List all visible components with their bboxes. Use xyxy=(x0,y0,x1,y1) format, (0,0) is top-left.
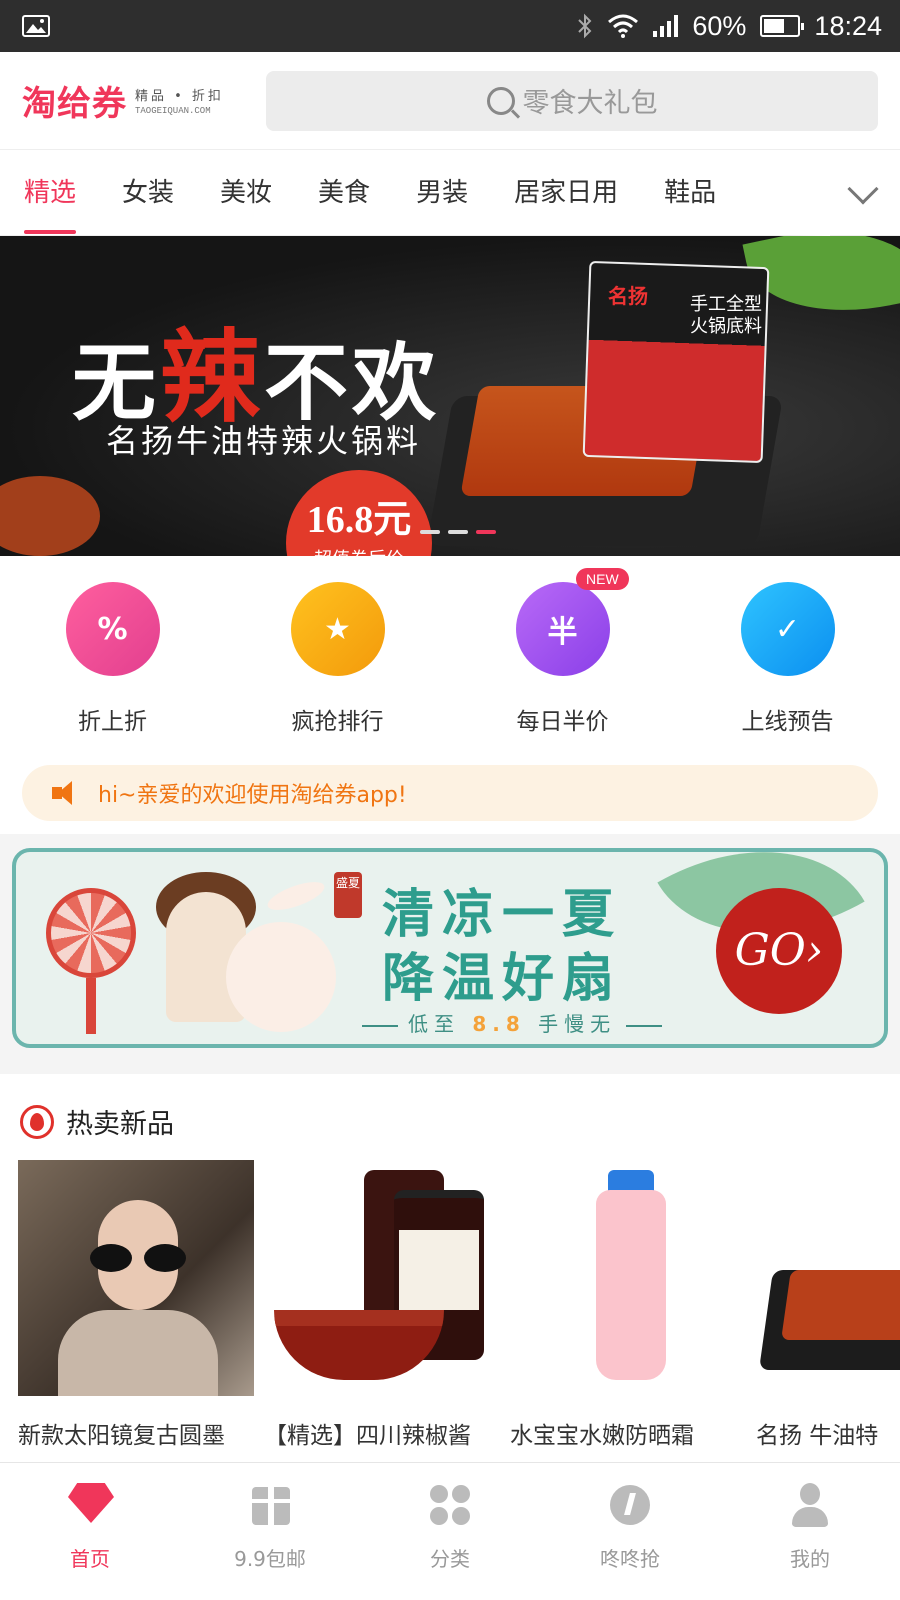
app-screen: 60% 18:24 淘给券 精品 • 折扣 TAOGEIQUAN.COM 零食大… xyxy=(0,0,900,1600)
nav-label: 咚咚抢 xyxy=(600,1547,660,1571)
tab-beauty[interactable]: 美妆 xyxy=(220,150,272,236)
new-badge: NEW xyxy=(576,568,629,590)
product-image xyxy=(510,1160,746,1396)
notice-bar[interactable]: hi~亲爱的欢迎使用淘给券app! xyxy=(22,765,878,821)
clock-time: 18:24 xyxy=(814,10,882,41)
product-image xyxy=(264,1160,500,1396)
logo-domain: TAOGEIQUAN.COM xyxy=(135,106,211,116)
tab-women[interactable]: 女装 xyxy=(122,150,174,236)
go-button[interactable]: GO› xyxy=(716,888,842,1014)
speaker-icon xyxy=(52,781,82,805)
trophy-icon: ★ xyxy=(290,582,385,676)
battery-percent: 60% xyxy=(692,10,747,41)
bluetooth-icon xyxy=(578,13,592,39)
product-card[interactable]: 【精选】四川辣椒酱 xyxy=(264,1160,500,1450)
app-logo[interactable]: 淘给券 精品 • 折扣 TAOGEIQUAN.COM xyxy=(22,76,262,125)
product-name: 【精选】四川辣椒酱 xyxy=(264,1423,471,1449)
fan-illustration xyxy=(46,888,136,978)
section-header: 热卖新品 xyxy=(20,1102,174,1141)
tab-featured[interactable]: 精选 xyxy=(24,150,77,236)
quick-link-label: 折上折 xyxy=(78,709,147,735)
quick-link-ranking[interactable]: ★ 疯抢排行 xyxy=(225,556,450,746)
quick-link-half-price[interactable]: 半 NEW 每日半价 xyxy=(450,556,675,746)
product-image xyxy=(756,1160,900,1396)
quick-link-label: 上线预告 xyxy=(741,709,834,735)
app-header: 淘给券 精品 • 折扣 TAOGEIQUAN.COM 零食大礼包 xyxy=(0,52,900,150)
wifi-icon xyxy=(608,14,639,38)
nav-label: 9.9包邮 xyxy=(234,1547,306,1571)
quick-links: % 折上折 ★ 疯抢排行 半 NEW 每日半价 ✓ 上线预告 xyxy=(0,556,900,746)
promo-banner[interactable]: 盛夏 清凉一夏 降温好扇 低至 8.8 手慢无 GO› xyxy=(12,848,888,1048)
spice-decoration xyxy=(0,476,100,556)
price-badge: 16.8元 超值券后价 xyxy=(286,470,432,556)
product-name: 名扬 牛油特 xyxy=(756,1423,879,1449)
product-name: 水宝宝水嫩防晒霜 xyxy=(510,1423,694,1449)
quick-link-preview[interactable]: ✓ 上线预告 xyxy=(675,556,900,746)
package-brand: 名扬 xyxy=(608,284,648,308)
chevron-down-icon[interactable] xyxy=(847,173,879,205)
bunny-illustration xyxy=(226,922,336,1032)
flash-sale-icon xyxy=(610,1485,650,1525)
nav-category[interactable]: 分类 xyxy=(360,1463,540,1600)
carousel-dot[interactable] xyxy=(420,530,440,534)
nav-free-shipping[interactable]: 9.9包邮 xyxy=(180,1463,360,1600)
tab-shoes[interactable]: 鞋品 xyxy=(664,150,716,236)
nav-home[interactable]: 首页 xyxy=(0,1463,180,1600)
tab-food[interactable]: 美食 xyxy=(318,150,370,236)
carousel-dots xyxy=(420,530,496,534)
notice-text: hi~亲爱的欢迎使用淘给券app! xyxy=(98,783,407,808)
quick-link-discount[interactable]: % 折上折 xyxy=(0,556,225,746)
product-name: 新款太阳镜复古圆墨 xyxy=(18,1423,225,1449)
discount-tag-icon: % xyxy=(65,582,160,676)
category-tabs: 精选 女装 美妆 美食 男装 居家日用 鞋品 xyxy=(0,150,900,236)
carousel-dot[interactable] xyxy=(448,530,468,534)
search-bar[interactable]: 零食大礼包 xyxy=(266,70,878,131)
section-title: 热卖新品 xyxy=(66,1109,174,1140)
nav-label: 分类 xyxy=(430,1547,470,1571)
user-icon xyxy=(788,1483,832,1527)
nav-profile[interactable]: 我的 xyxy=(720,1463,900,1600)
tab-men[interactable]: 男装 xyxy=(416,150,468,236)
package-text: 手工全型火锅底料 xyxy=(690,294,762,337)
signal-icon xyxy=(653,15,679,37)
search-icon xyxy=(486,86,515,115)
banner-price-label: 超值券后价 xyxy=(286,545,432,556)
logo-tagline: 精品 • 折扣 xyxy=(135,89,224,104)
product-card[interactable]: 名扬 牛油特 xyxy=(756,1160,900,1450)
nav-label: 我的 xyxy=(790,1547,830,1571)
calendar-check-icon: ✓ xyxy=(740,582,835,676)
fan-stand xyxy=(86,978,96,1034)
category-icon xyxy=(430,1485,470,1525)
nav-label: 首页 xyxy=(70,1547,110,1571)
nav-flash-sale[interactable]: 咚咚抢 xyxy=(540,1463,720,1600)
promo-subtitle: 低至 8.8 手慢无 xyxy=(352,1008,672,1037)
tab-home[interactable]: 居家日用 xyxy=(514,150,618,236)
logo-text: 淘给券 xyxy=(22,84,127,124)
fire-icon xyxy=(20,1104,54,1139)
promo-seal: 盛夏 xyxy=(334,872,362,918)
quick-link-label: 疯抢排行 xyxy=(291,709,384,735)
product-card[interactable]: 新款太阳镜复古圆墨 xyxy=(18,1160,254,1450)
carousel-dot-active[interactable] xyxy=(476,530,496,534)
tabs-fade xyxy=(790,150,830,236)
hot-new-section: 热卖新品 新款太阳镜复古圆墨 【精选】四川辣椒酱 水宝宝水嫩防晒霜 名扬 牛油特 xyxy=(0,1074,900,1464)
product-image xyxy=(18,1160,254,1396)
gift-icon xyxy=(252,1487,290,1525)
calendar-half-icon: 半 xyxy=(515,582,610,676)
status-bar: 60% 18:24 xyxy=(0,0,900,52)
hero-banner[interactable]: 名扬 手工全型火锅底料 无辣不欢 名扬牛油特辣火锅料 16.8元 超值券后价 xyxy=(0,236,900,556)
search-placeholder: 零食大礼包 xyxy=(522,88,658,119)
banner-price: 16.8元 xyxy=(306,499,412,541)
product-card[interactable]: 水宝宝水嫩防晒霜 xyxy=(510,1160,746,1450)
battery-icon xyxy=(760,15,805,37)
quick-link-label: 每日半价 xyxy=(516,709,609,735)
home-icon xyxy=(68,1483,114,1523)
product-list: 新款太阳镜复古圆墨 【精选】四川辣椒酱 水宝宝水嫩防晒霜 名扬 牛油特 xyxy=(18,1160,900,1450)
promo-title-line2: 降温好扇 xyxy=(382,948,623,1009)
bunny-ear-illustration xyxy=(264,876,328,916)
image-icon xyxy=(22,15,50,37)
bottom-nav: 首页 9.9包邮 分类 咚咚抢 我的 xyxy=(0,1462,900,1600)
banner-subtitle: 名扬牛油特辣火锅料 xyxy=(106,422,422,460)
